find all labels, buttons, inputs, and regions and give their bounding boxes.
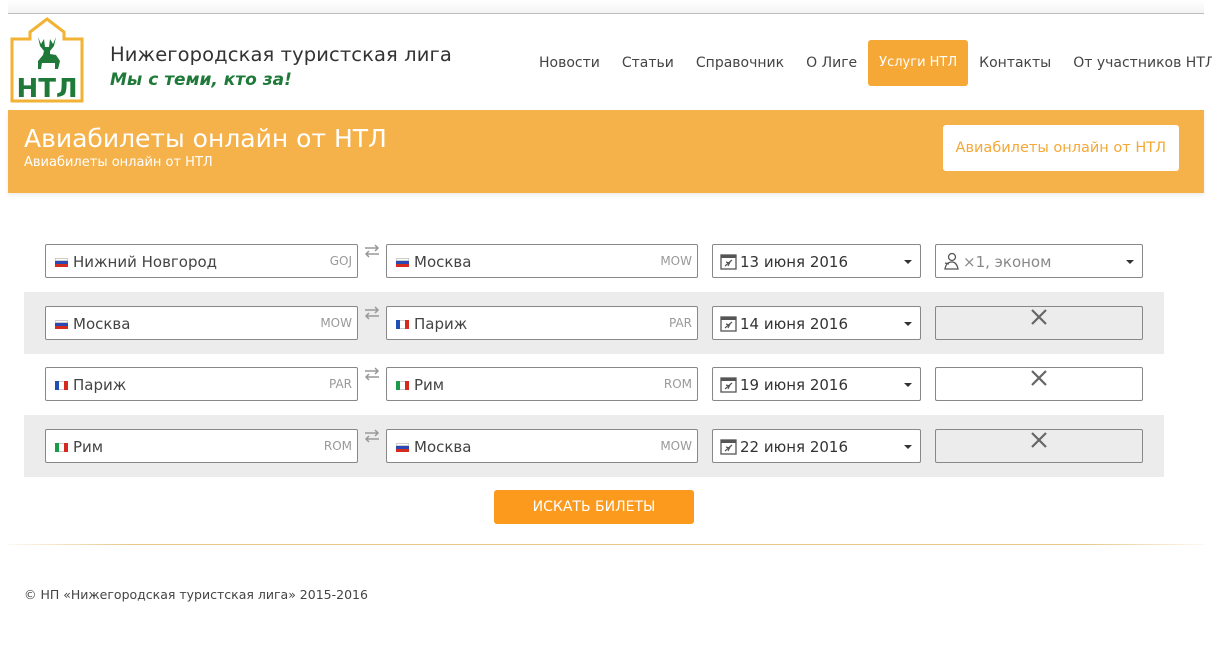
top-strip — [8, 0, 1204, 14]
calendar-plane-icon — [720, 316, 737, 332]
flag-fr-icon — [55, 381, 68, 390]
destination-code: MOW — [660, 439, 692, 453]
remove-route-button[interactable] — [935, 429, 1143, 463]
site-slogan: Мы с теми, кто за! — [110, 70, 292, 90]
destination-city: Москва — [414, 438, 472, 456]
nav-item-about[interactable]: О Лиге — [795, 40, 868, 86]
chevron-down-icon — [904, 445, 912, 449]
destination-code: MOW — [660, 254, 692, 268]
origin-city: Москва — [73, 315, 131, 333]
flag-it-icon — [55, 443, 68, 452]
flag-fr-icon — [396, 320, 409, 329]
destination-input[interactable]: Париж PAR — [386, 306, 698, 340]
passengers-select[interactable]: ×1, эконом — [935, 244, 1143, 278]
origin-input[interactable]: Нижний Новгород GOJ — [45, 244, 358, 278]
destination-city: Рим — [414, 376, 445, 394]
date-value: 14 июня 2016 — [740, 315, 849, 333]
page-title: Авиабилеты онлайн от НТЛ — [24, 124, 387, 153]
route-row: Москва MOW Париж PAR 14 июня 2016 — [24, 292, 1164, 354]
calendar-plane-icon — [720, 254, 737, 270]
route-row: Нижний Новгород GOJ Москва MOW 13 июня 2… — [24, 230, 1164, 292]
origin-input[interactable]: Париж PAR — [45, 367, 358, 401]
swap-arrows-icon[interactable] — [363, 429, 381, 443]
destination-code: PAR — [668, 316, 692, 330]
flag-it-icon — [396, 381, 409, 390]
flag-ru-icon — [396, 443, 409, 452]
destination-input[interactable]: Москва MOW — [386, 244, 698, 278]
destination-code: ROM — [663, 377, 692, 391]
logo-text: НТЛ — [16, 74, 77, 103]
origin-code: PAR — [328, 377, 352, 391]
date-value: 19 июня 2016 — [740, 376, 849, 394]
origin-input[interactable]: Рим ROM — [45, 429, 358, 463]
nav-item-from-members[interactable]: От участников НТЛ — [1062, 40, 1212, 86]
origin-input[interactable]: Москва MOW — [45, 306, 358, 340]
search-tickets-button[interactable]: ИСКАТЬ БИЛЕТЫ — [494, 490, 694, 524]
nav-item-news[interactable]: Новости — [528, 40, 611, 86]
route-row: Рим ROM Москва MOW 22 июня 2016 — [24, 415, 1164, 477]
page-banner: Авиабилеты онлайн от НТЛ Авиабилеты онла… — [8, 110, 1204, 193]
date-select[interactable]: 14 июня 2016 — [712, 306, 921, 340]
origin-code: MOW — [320, 316, 352, 330]
main-nav: Новости Статьи Справочник О Лиге Услуги … — [528, 40, 1212, 86]
swap-arrows-icon[interactable] — [363, 367, 381, 381]
origin-city: Нижний Новгород — [73, 253, 218, 271]
date-select[interactable]: 22 июня 2016 — [712, 429, 921, 463]
banner-link-button[interactable]: Авиабилеты онлайн от НТЛ — [942, 125, 1179, 171]
date-select[interactable]: 13 июня 2016 — [712, 244, 921, 278]
passengers-value: ×1, эконом — [963, 253, 1052, 271]
date-value: 22 июня 2016 — [740, 438, 849, 456]
destination-input[interactable]: Москва MOW — [386, 429, 698, 463]
calendar-plane-icon — [720, 439, 737, 455]
date-value: 13 июня 2016 — [740, 253, 849, 271]
nav-item-services[interactable]: Услуги НТЛ — [868, 40, 969, 86]
calendar-plane-icon — [720, 377, 737, 393]
origin-code: ROM — [323, 439, 352, 453]
origin-code: GOJ — [329, 254, 352, 268]
origin-city: Париж — [73, 376, 127, 394]
chevron-down-icon — [904, 383, 912, 387]
swap-arrows-icon[interactable] — [363, 306, 381, 320]
close-icon — [1031, 370, 1047, 386]
footer-divider — [8, 544, 1204, 545]
close-icon — [1031, 309, 1047, 325]
flag-ru-icon — [55, 320, 68, 329]
destination-city: Париж — [414, 315, 468, 333]
destination-input[interactable]: Рим ROM — [386, 367, 698, 401]
flag-ru-icon — [55, 258, 68, 267]
origin-city: Рим — [73, 438, 104, 456]
nav-item-articles[interactable]: Статьи — [611, 40, 685, 86]
flag-ru-icon — [396, 258, 409, 267]
close-icon — [1031, 432, 1047, 448]
route-row: Париж PAR Рим ROM 19 июня 2016 — [24, 353, 1164, 415]
nav-item-contacts[interactable]: Контакты — [968, 40, 1062, 86]
swap-arrows-icon[interactable] — [363, 244, 381, 258]
passenger-icon — [944, 252, 959, 270]
remove-route-button[interactable] — [935, 306, 1143, 340]
remove-route-button[interactable] — [935, 367, 1143, 401]
footer-copyright: © НП «Нижегородская туристская лига» 201… — [24, 587, 368, 602]
nav-item-reference[interactable]: Справочник — [685, 40, 795, 86]
date-select[interactable]: 19 июня 2016 — [712, 367, 921, 401]
chevron-down-icon — [1126, 260, 1134, 264]
site-title[interactable]: Нижегородская туристская лига — [110, 43, 452, 66]
chevron-down-icon — [904, 260, 912, 264]
chevron-down-icon — [904, 322, 912, 326]
breadcrumb: Авиабилеты онлайн от НТЛ — [24, 155, 213, 170]
elk-logo-icon[interactable]: НТЛ — [8, 17, 86, 103]
destination-city: Москва — [414, 253, 472, 271]
